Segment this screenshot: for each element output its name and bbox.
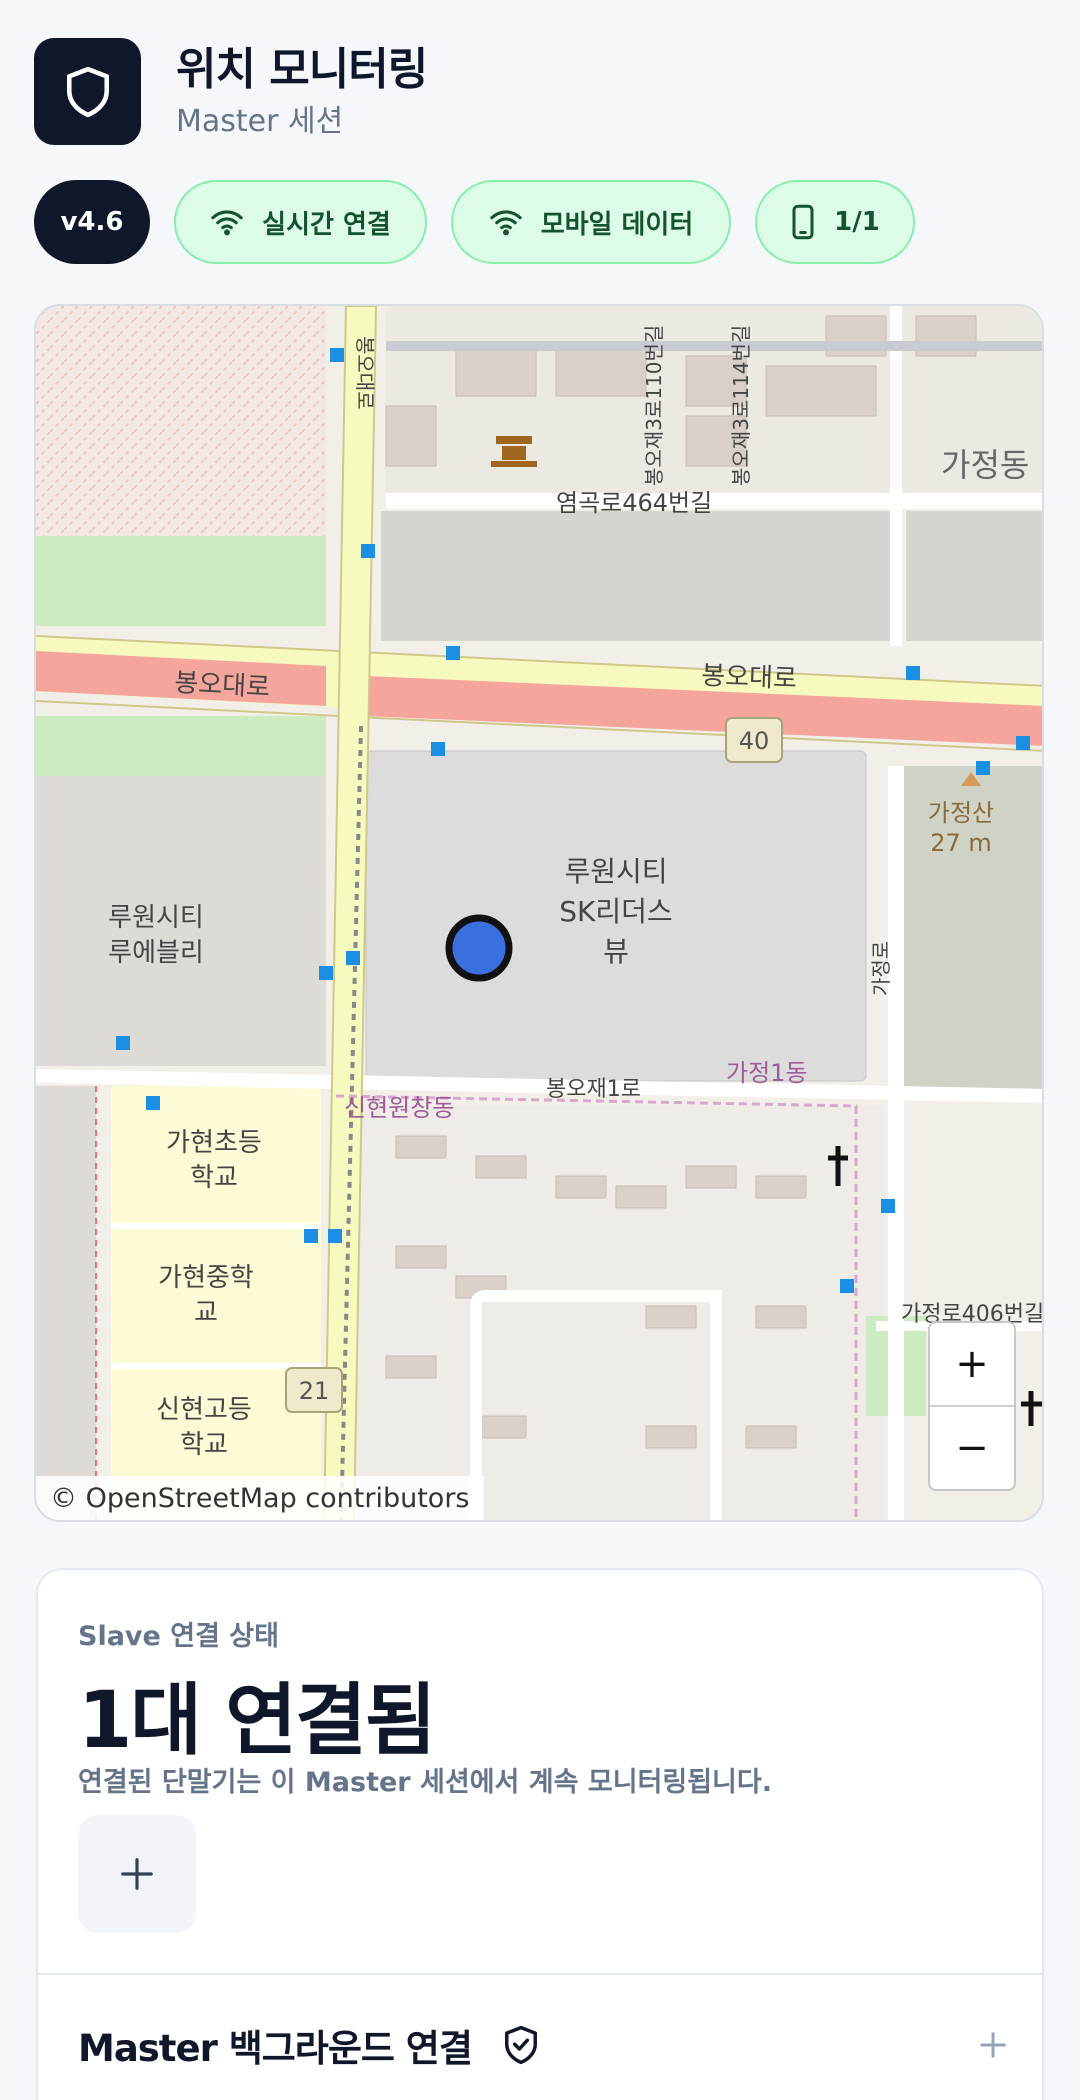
map-label-road: 봉오대로: [353, 336, 377, 410]
status-description: 연결된 단말기는 이 Master 세션에서 계속 모니터링됩니다.: [78, 1767, 772, 1798]
plus-icon: [121, 1858, 153, 1890]
map-label-school: 교: [194, 1298, 218, 1328]
map-label-building: 루원시티: [564, 855, 667, 888]
map-label-building: 루에블리: [108, 938, 204, 968]
current-location-marker[interactable]: [445, 914, 513, 982]
map-label-school: 신현고등: [156, 1395, 252, 1425]
map-label-road: 가정로: [869, 941, 893, 996]
add-device-button[interactable]: [78, 1815, 196, 1933]
status-chip-row: v4.6 실시간 연결 모바일 데이터 1/1: [34, 180, 915, 264]
status-label: Slave 연결 상태: [78, 1621, 279, 1652]
shield-logo-icon: [34, 38, 141, 145]
map-label-road: 봉오재1로: [546, 1077, 641, 1102]
device-count-chip: 1/1: [755, 180, 915, 264]
app-title: 위치 모니터링: [176, 43, 428, 95]
map-label-school: 가현중학: [158, 1263, 254, 1293]
map-label-building: 루원시티: [108, 903, 204, 933]
map-label-area: 가정1동: [726, 1059, 808, 1087]
map-label-road: 봉오재3로114번길: [729, 325, 753, 486]
background-connection-row[interactable]: Master 백그라운드 연결: [78, 2005, 1008, 2085]
map-label-road: 봉오대로: [701, 661, 798, 694]
zoom-out-button[interactable]: −: [930, 1405, 1014, 1489]
map-tiles[interactable]: 봉오대로 봉오대로 염곡로464번길 봉오재1로 봉오재3로110번길 봉오재3…: [36, 306, 1044, 1522]
divider: [38, 1973, 1042, 1975]
background-connection-title: Master 백그라운드 연결: [78, 2027, 473, 2070]
map-label-area: 신현원창동: [344, 1094, 454, 1122]
network-label: 모바일 데이터: [540, 209, 694, 240]
map-label-road: 봉오재3로110번길: [642, 325, 666, 486]
map-label-school: 학교: [190, 1163, 238, 1193]
map-label-area: 가정동: [941, 446, 1029, 484]
map-zoom-control: + −: [928, 1321, 1016, 1491]
device-count-label: 1/1: [834, 207, 880, 237]
map-label-road: 염곡로464번길: [556, 489, 712, 517]
location-map[interactable]: 봉오대로 봉오대로 염곡로464번길 봉오재1로 봉오재3로110번길 봉오재3…: [34, 304, 1044, 1522]
realtime-label: 실시간 연결: [262, 209, 391, 240]
network-type-chip: 모바일 데이터: [451, 180, 731, 264]
map-label-school: 가현초등: [166, 1128, 262, 1158]
wifi-icon: [211, 210, 243, 236]
shield-check-icon: [502, 2024, 540, 2066]
realtime-connection-chip: 실시간 연결: [174, 180, 427, 264]
map-label-school: 학교: [180, 1430, 228, 1460]
app-subtitle: Master 세션: [176, 103, 344, 139]
connected-count: 1대 연결됨: [78, 1676, 436, 1766]
map-route-number: 21: [299, 1377, 330, 1405]
smartphone-icon: [792, 204, 814, 240]
wifi-icon: [489, 210, 522, 236]
app-header: 위치 모니터링 Master 세션: [34, 38, 428, 145]
map-label-road: 봉오대로: [174, 668, 271, 703]
map-label-building: 뷰: [603, 935, 629, 968]
zoom-in-button[interactable]: +: [930, 1323, 1014, 1405]
version-badge: v4.6: [34, 180, 150, 264]
expand-plus-icon[interactable]: [978, 2030, 1008, 2060]
map-label-building: SK리더스: [559, 895, 672, 928]
slave-status-card: Slave 연결 상태 1대 연결됨 연결된 단말기는 이 Master 세션에…: [36, 1568, 1044, 2100]
map-label-peak: 27 m: [930, 829, 992, 857]
map-route-number: 40: [739, 727, 770, 755]
map-label-peak: 가정산: [928, 799, 994, 827]
map-attribution[interactable]: © OpenStreetMap contributors: [36, 1476, 484, 1520]
